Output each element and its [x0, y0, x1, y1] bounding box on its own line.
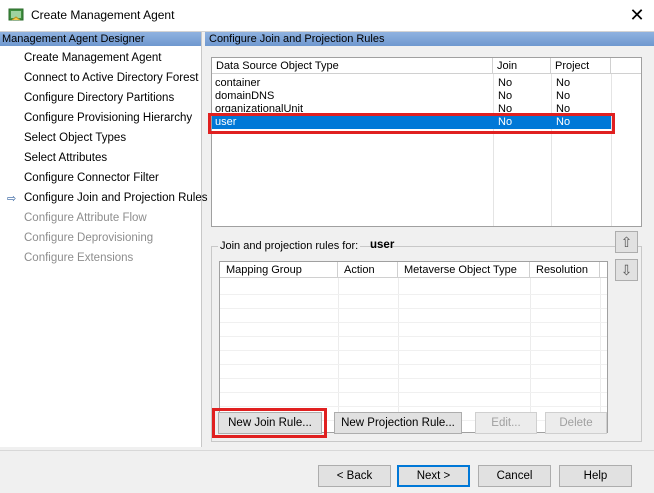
next-button[interactable]: Next > [397, 465, 470, 487]
column-header-join[interactable]: Join [493, 58, 551, 74]
nav-item-attributes[interactable]: Select Attributes [24, 152, 107, 164]
rules-for-label: Join and projection rules for: [218, 240, 361, 252]
table-row[interactable]: organizationalUnit No No [212, 103, 641, 112]
rules-for-object-type: user [370, 239, 395, 251]
table-row[interactable]: domainDNS No No [212, 90, 641, 103]
back-button[interactable]: < Back [318, 465, 391, 487]
nav-item-provisioning-hierarchy[interactable]: Configure Provisioning Hierarchy [24, 112, 192, 124]
nav-item-object-types[interactable]: Select Object Types [24, 132, 126, 144]
column-header-project[interactable]: Project [551, 58, 611, 74]
edit-rule-button: Edit... [475, 412, 537, 434]
column-header-resolution[interactable]: Resolution [530, 262, 600, 278]
title-bar: Create Management Agent ✕ [0, 0, 654, 31]
nav-header: Management Agent Designer [0, 32, 201, 46]
nav-item-directory-partitions[interactable]: Configure Directory Partitions [24, 92, 174, 104]
designer-nav: Management Agent Designer Create Managem… [0, 32, 207, 447]
move-down-arrow-icon[interactable]: ⇩ [615, 259, 638, 281]
new-projection-rule-button[interactable]: New Projection Rule... [334, 412, 462, 434]
nav-item-deprovisioning: Configure Deprovisioning [24, 232, 154, 244]
move-up-arrow-icon[interactable]: ⇧ [615, 231, 638, 253]
highlight-new-join-rule [212, 408, 327, 438]
close-icon[interactable]: ✕ [620, 0, 654, 30]
nav-item-create-management-agent[interactable]: Create Management Agent [24, 52, 161, 64]
column-header-metaverse-object-type[interactable]: Metaverse Object Type [398, 262, 530, 278]
column-header-data-source-object-type[interactable]: Data Source Object Type [212, 58, 493, 74]
nav-item-connect-forest[interactable]: Connect to Active Directory Forest [24, 72, 198, 84]
object-type-grid-header: Data Source Object Type Join Project [212, 58, 641, 74]
cancel-button[interactable]: Cancel [478, 465, 551, 487]
current-step-arrow-icon: ⇨ [7, 193, 17, 205]
column-header-mapping-group[interactable]: Mapping Group [220, 262, 338, 278]
window-title: Create Management Agent [31, 8, 175, 22]
column-header-action[interactable]: Action [338, 262, 398, 278]
dialog-client: Management Agent Designer Create Managem… [0, 31, 654, 493]
management-agent-icon [8, 7, 24, 23]
nav-item-join-projection-rules[interactable]: Configure Join and Projection Rules [24, 192, 207, 204]
object-type-grid[interactable]: Data Source Object Type Join Project con… [211, 57, 642, 227]
rules-grid-header: Mapping Group Action Metaverse Object Ty… [220, 262, 607, 278]
nav-item-attribute-flow: Configure Attribute Flow [24, 212, 147, 224]
highlight-selected-user-row [208, 113, 615, 134]
delete-rule-button: Delete [545, 412, 607, 434]
panel-header: Configure Join and Projection Rules [205, 32, 654, 46]
footer-separator [0, 450, 654, 451]
table-row[interactable]: container No No [212, 77, 641, 90]
nav-item-connector-filter[interactable]: Configure Connector Filter [24, 172, 159, 184]
help-button[interactable]: Help [559, 465, 632, 487]
nav-item-extensions: Configure Extensions [24, 252, 134, 264]
